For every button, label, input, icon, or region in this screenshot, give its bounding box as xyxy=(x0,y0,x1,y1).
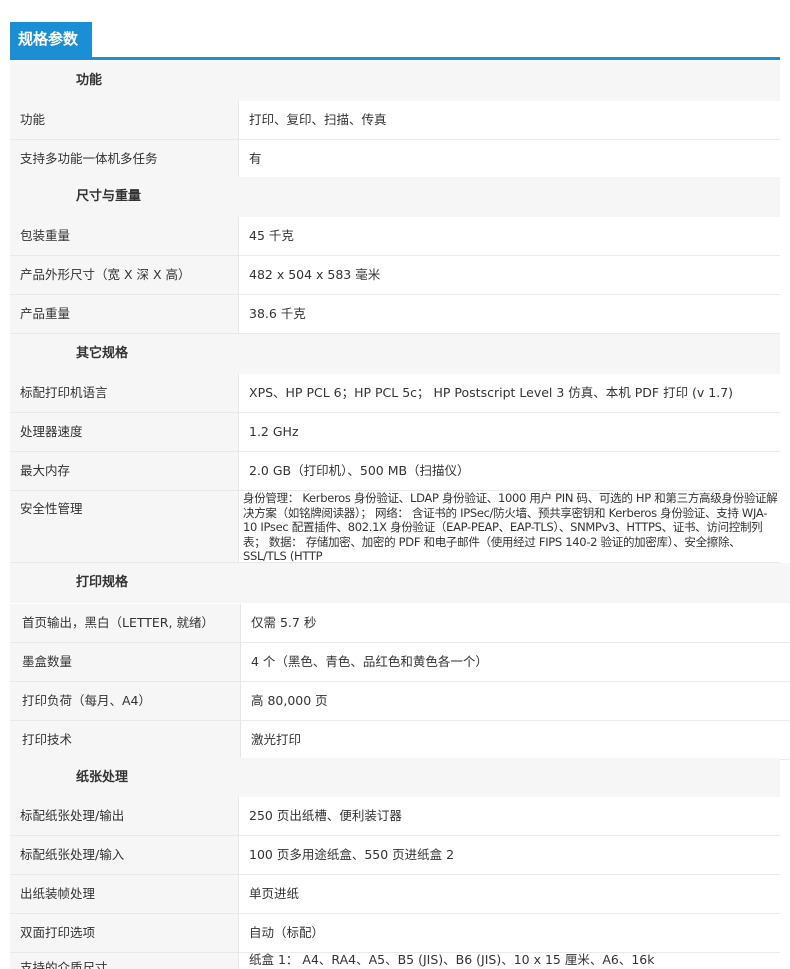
spec-row: 标配纸张处理/输入 100 页多用途纸盒、550 页进纸盒 2 xyxy=(10,836,780,875)
spec-row: 包装重量 45 千克 xyxy=(10,217,780,256)
spec-label: 功能 xyxy=(20,112,46,127)
section-title: 尺寸与重量 xyxy=(76,189,142,204)
spec-label: 双面打印选项 xyxy=(20,925,96,940)
spec-value: 250 页出纸槽、便利装订器 xyxy=(249,808,402,823)
spec-label-cell: 首页输出，黑白（LETTER, 就绪） xyxy=(10,604,241,642)
spec-value: 有 xyxy=(249,151,262,166)
spec-label-cell: 双面打印选项 xyxy=(10,914,239,952)
spec-label-cell: 产品外形尺寸（宽 X 深 X 高） xyxy=(10,256,239,294)
spec-label: 处理器速度 xyxy=(20,424,83,439)
spec-row: 安全性管理 身份管理： Kerberos 身份验证、LDAP 身份验证、1000… xyxy=(10,491,780,563)
spec-label-cell: 支持的介质尺寸 xyxy=(10,953,239,969)
spec-label-cell: 支持多功能一体机多任务 xyxy=(10,140,239,178)
spec-label-cell: 功能 xyxy=(10,101,239,139)
spec-value: 38.6 千克 xyxy=(249,306,306,321)
spec-label: 最大内存 xyxy=(20,463,71,478)
section-header-paper: 纸张处理 xyxy=(10,758,780,798)
spec-row: 出纸装帧处理 单页进纸 xyxy=(10,875,780,914)
spec-value: 单页进纸 xyxy=(249,886,300,901)
spec-label-cell: 打印负荷（每月、A4） xyxy=(10,682,241,720)
spec-label-cell: 出纸装帧处理 xyxy=(10,875,239,913)
spec-value: 自动（标配） xyxy=(249,925,325,940)
spec-label: 安全性管理 xyxy=(20,501,83,516)
spec-row: 标配打印机语言 XPS、HP PCL 6；HP PCL 5c； HP Posts… xyxy=(10,374,780,413)
spec-label-cell: 墨盒数量 xyxy=(10,643,241,681)
spec-label: 标配纸张处理/输出 xyxy=(20,808,125,823)
spec-row: 功能 打印、复印、扫描、传真 xyxy=(10,101,780,140)
spec-row: 墨盒数量 4 个（黑色、青色、品红色和黄色各一个） xyxy=(10,643,790,682)
spec-label-cell: 处理器速度 xyxy=(10,413,239,451)
spec-row: 支持多功能一体机多任务 有 xyxy=(10,140,780,179)
spec-header: 规格参数 xyxy=(10,22,780,60)
section-header-other: 其它规格 xyxy=(10,334,780,374)
spec-label: 首页输出，黑白（LETTER, 就绪） xyxy=(22,615,214,630)
spec-value: 身份管理： Kerberos 身份验证、LDAP 身份验证、1000 用户 PI… xyxy=(243,491,778,563)
spec-label-cell: 安全性管理 xyxy=(10,491,239,562)
spec-label: 出纸装帧处理 xyxy=(20,886,96,901)
spec-label: 包装重量 xyxy=(20,228,71,243)
spec-label: 打印负荷（每月、A4） xyxy=(22,693,152,708)
spec-tab-title[interactable]: 规格参数 xyxy=(10,22,92,57)
spec-label-cell: 包装重量 xyxy=(10,217,239,255)
spec-row: 产品重量 38.6 千克 xyxy=(10,295,780,334)
spec-row: 标配纸张处理/输出 250 页出纸槽、便利装订器 xyxy=(10,797,780,836)
spec-label: 标配纸张处理/输入 xyxy=(20,847,125,862)
spec-value: 纸盒 1： A4、RA4、A5、B5 (JIS)、B6 (JIS)、10 x 1… xyxy=(249,953,655,967)
spec-label-cell: 产品重量 xyxy=(10,295,239,333)
section-title: 纸张处理 xyxy=(76,770,129,785)
spec-row: 打印技术 激光打印 xyxy=(10,721,790,760)
section-header-dimensions: 尺寸与重量 xyxy=(10,177,780,217)
spec-label: 墨盒数量 xyxy=(22,654,73,669)
spec-row: 双面打印选项 自动（标配） xyxy=(10,914,780,953)
spec-value: 2.0 GB（打印机）、500 MB（扫描仪） xyxy=(249,463,470,478)
spec-value: 激光打印 xyxy=(251,732,302,747)
spec-label: 打印技术 xyxy=(22,732,73,747)
spec-label-cell: 标配纸张处理/输出 xyxy=(10,797,239,835)
spec-label-cell: 标配打印机语言 xyxy=(10,374,239,412)
spec-value: 4 个（黑色、青色、品红色和黄色各一个） xyxy=(251,654,488,669)
spec-value: 打印、复印、扫描、传真 xyxy=(249,112,387,127)
spec-value: 高 80,000 页 xyxy=(251,693,328,708)
spec-label: 支持的介质尺寸 xyxy=(20,960,108,969)
spec-row: 首页输出，黑白（LETTER, 就绪） 仅需 5.7 秒 xyxy=(10,604,790,643)
spec-label: 产品外形尺寸（宽 X 深 X 高） xyxy=(20,267,191,282)
spec-value: XPS、HP PCL 6；HP PCL 5c； HP Postscript Le… xyxy=(249,385,734,400)
section-header-print: 打印规格 xyxy=(10,563,790,603)
spec-row: 打印负荷（每月、A4） 高 80,000 页 xyxy=(10,682,790,721)
spec-label-cell: 打印技术 xyxy=(10,721,241,759)
section-title: 功能 xyxy=(76,73,103,88)
spec-value: 482 x 504 x 583 毫米 xyxy=(249,267,381,282)
header-underline xyxy=(10,57,780,60)
section-title: 打印规格 xyxy=(76,575,129,590)
spec-row: 支持的介质尺寸 纸盒 1： A4、RA4、A5、B5 (JIS)、B6 (JIS… xyxy=(10,953,780,969)
spec-label: 支持多功能一体机多任务 xyxy=(20,151,158,166)
spec-row: 处理器速度 1.2 GHz xyxy=(10,413,780,452)
section-header-function: 功能 xyxy=(10,61,780,101)
section-title: 其它规格 xyxy=(76,346,129,361)
spec-value: 100 页多用途纸盒、550 页进纸盒 2 xyxy=(249,847,455,862)
spec-label: 产品重量 xyxy=(20,306,71,321)
spec-label-cell: 标配纸张处理/输入 xyxy=(10,836,239,874)
spec-label-cell: 最大内存 xyxy=(10,452,239,490)
spec-value: 45 千克 xyxy=(249,228,294,243)
spec-value: 1.2 GHz xyxy=(249,424,299,439)
spec-row: 产品外形尺寸（宽 X 深 X 高） 482 x 504 x 583 毫米 xyxy=(10,256,780,295)
spec-label: 标配打印机语言 xyxy=(20,385,108,400)
spec-value: 仅需 5.7 秒 xyxy=(251,615,317,630)
spec-row: 最大内存 2.0 GB（打印机）、500 MB（扫描仪） xyxy=(10,452,780,491)
